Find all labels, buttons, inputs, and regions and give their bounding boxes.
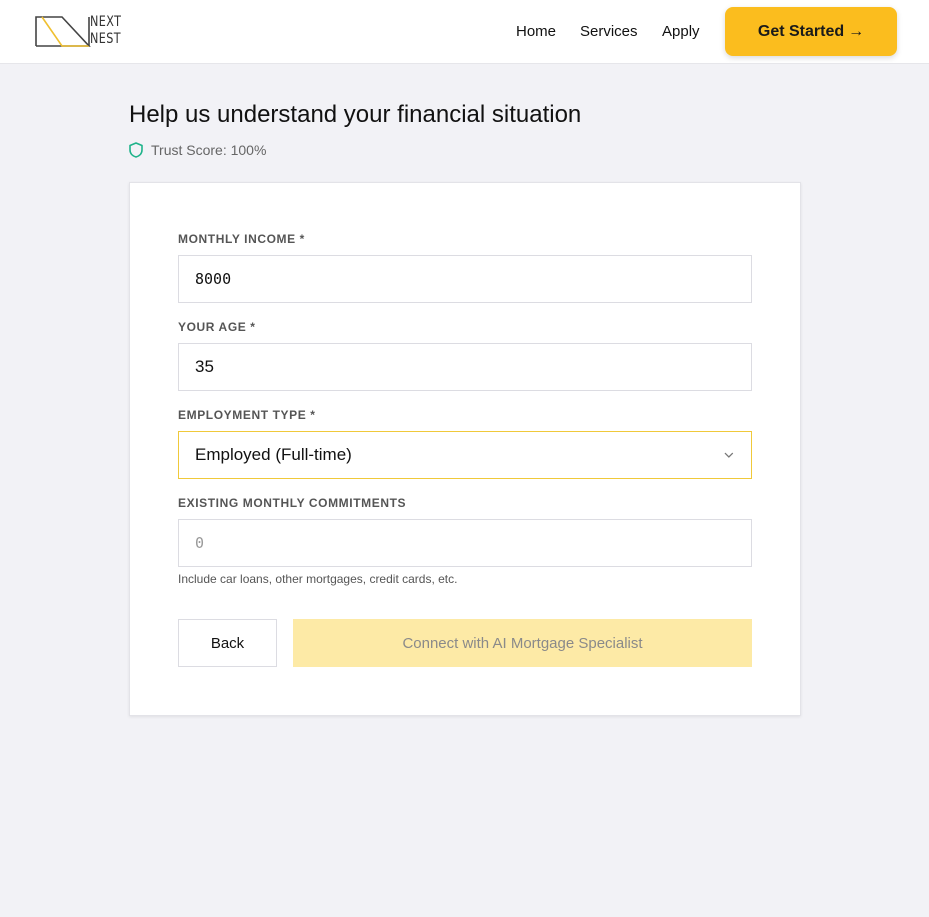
age-field xyxy=(178,343,752,391)
nav-services-link[interactable]: Services xyxy=(580,23,638,40)
commitments-field xyxy=(178,519,752,567)
get-started-button[interactable]: Get Started → xyxy=(725,7,897,56)
employment-type-label: EMPLOYMENT TYPE * xyxy=(178,408,316,422)
financial-form-card: MONTHLY INCOME * YOUR AGE * EMPLOYMENT T… xyxy=(129,182,801,716)
logo-line1: NEXT xyxy=(90,14,122,30)
age-label: YOUR AGE * xyxy=(178,320,256,334)
chevron-down-icon xyxy=(724,452,734,458)
connect-specialist-button[interactable]: Connect with AI Mortgage Specialist xyxy=(293,619,752,667)
logo-line2: NEST xyxy=(90,31,122,47)
page-title: Help us understand your financial situat… xyxy=(129,101,582,128)
shield-icon xyxy=(129,142,143,158)
monthly-income-input[interactable] xyxy=(195,270,735,288)
site-header: NEXT NEST Home Services Apply Get Starte… xyxy=(0,0,929,64)
commitments-hint: Include car loans, other mortgages, cred… xyxy=(178,572,458,586)
logo-mark xyxy=(35,16,91,47)
employment-type-select[interactable]: Employed (Full-time) xyxy=(178,431,752,479)
monthly-income-label: MONTHLY INCOME * xyxy=(178,232,305,246)
arrow-right-icon: → xyxy=(848,22,865,40)
monthly-income-field xyxy=(178,255,752,303)
employment-type-value: Employed (Full-time) xyxy=(195,445,352,464)
age-input[interactable] xyxy=(195,357,735,377)
logo-text: NEXT NEST xyxy=(90,14,130,48)
nav-home-link[interactable]: Home xyxy=(516,23,556,40)
trust-score-text: Trust Score: 100% xyxy=(151,142,267,158)
commitments-input[interactable] xyxy=(195,534,735,552)
back-button[interactable]: Back xyxy=(178,619,277,667)
get-started-label: Get Started xyxy=(757,22,845,40)
nav-apply-link[interactable]: Apply xyxy=(662,23,700,40)
trust-score: Trust Score: 100% xyxy=(129,141,266,159)
logo[interactable]: NEXT NEST xyxy=(34,14,134,50)
commitments-label: EXISTING MONTHLY COMMITMENTS xyxy=(178,496,407,510)
